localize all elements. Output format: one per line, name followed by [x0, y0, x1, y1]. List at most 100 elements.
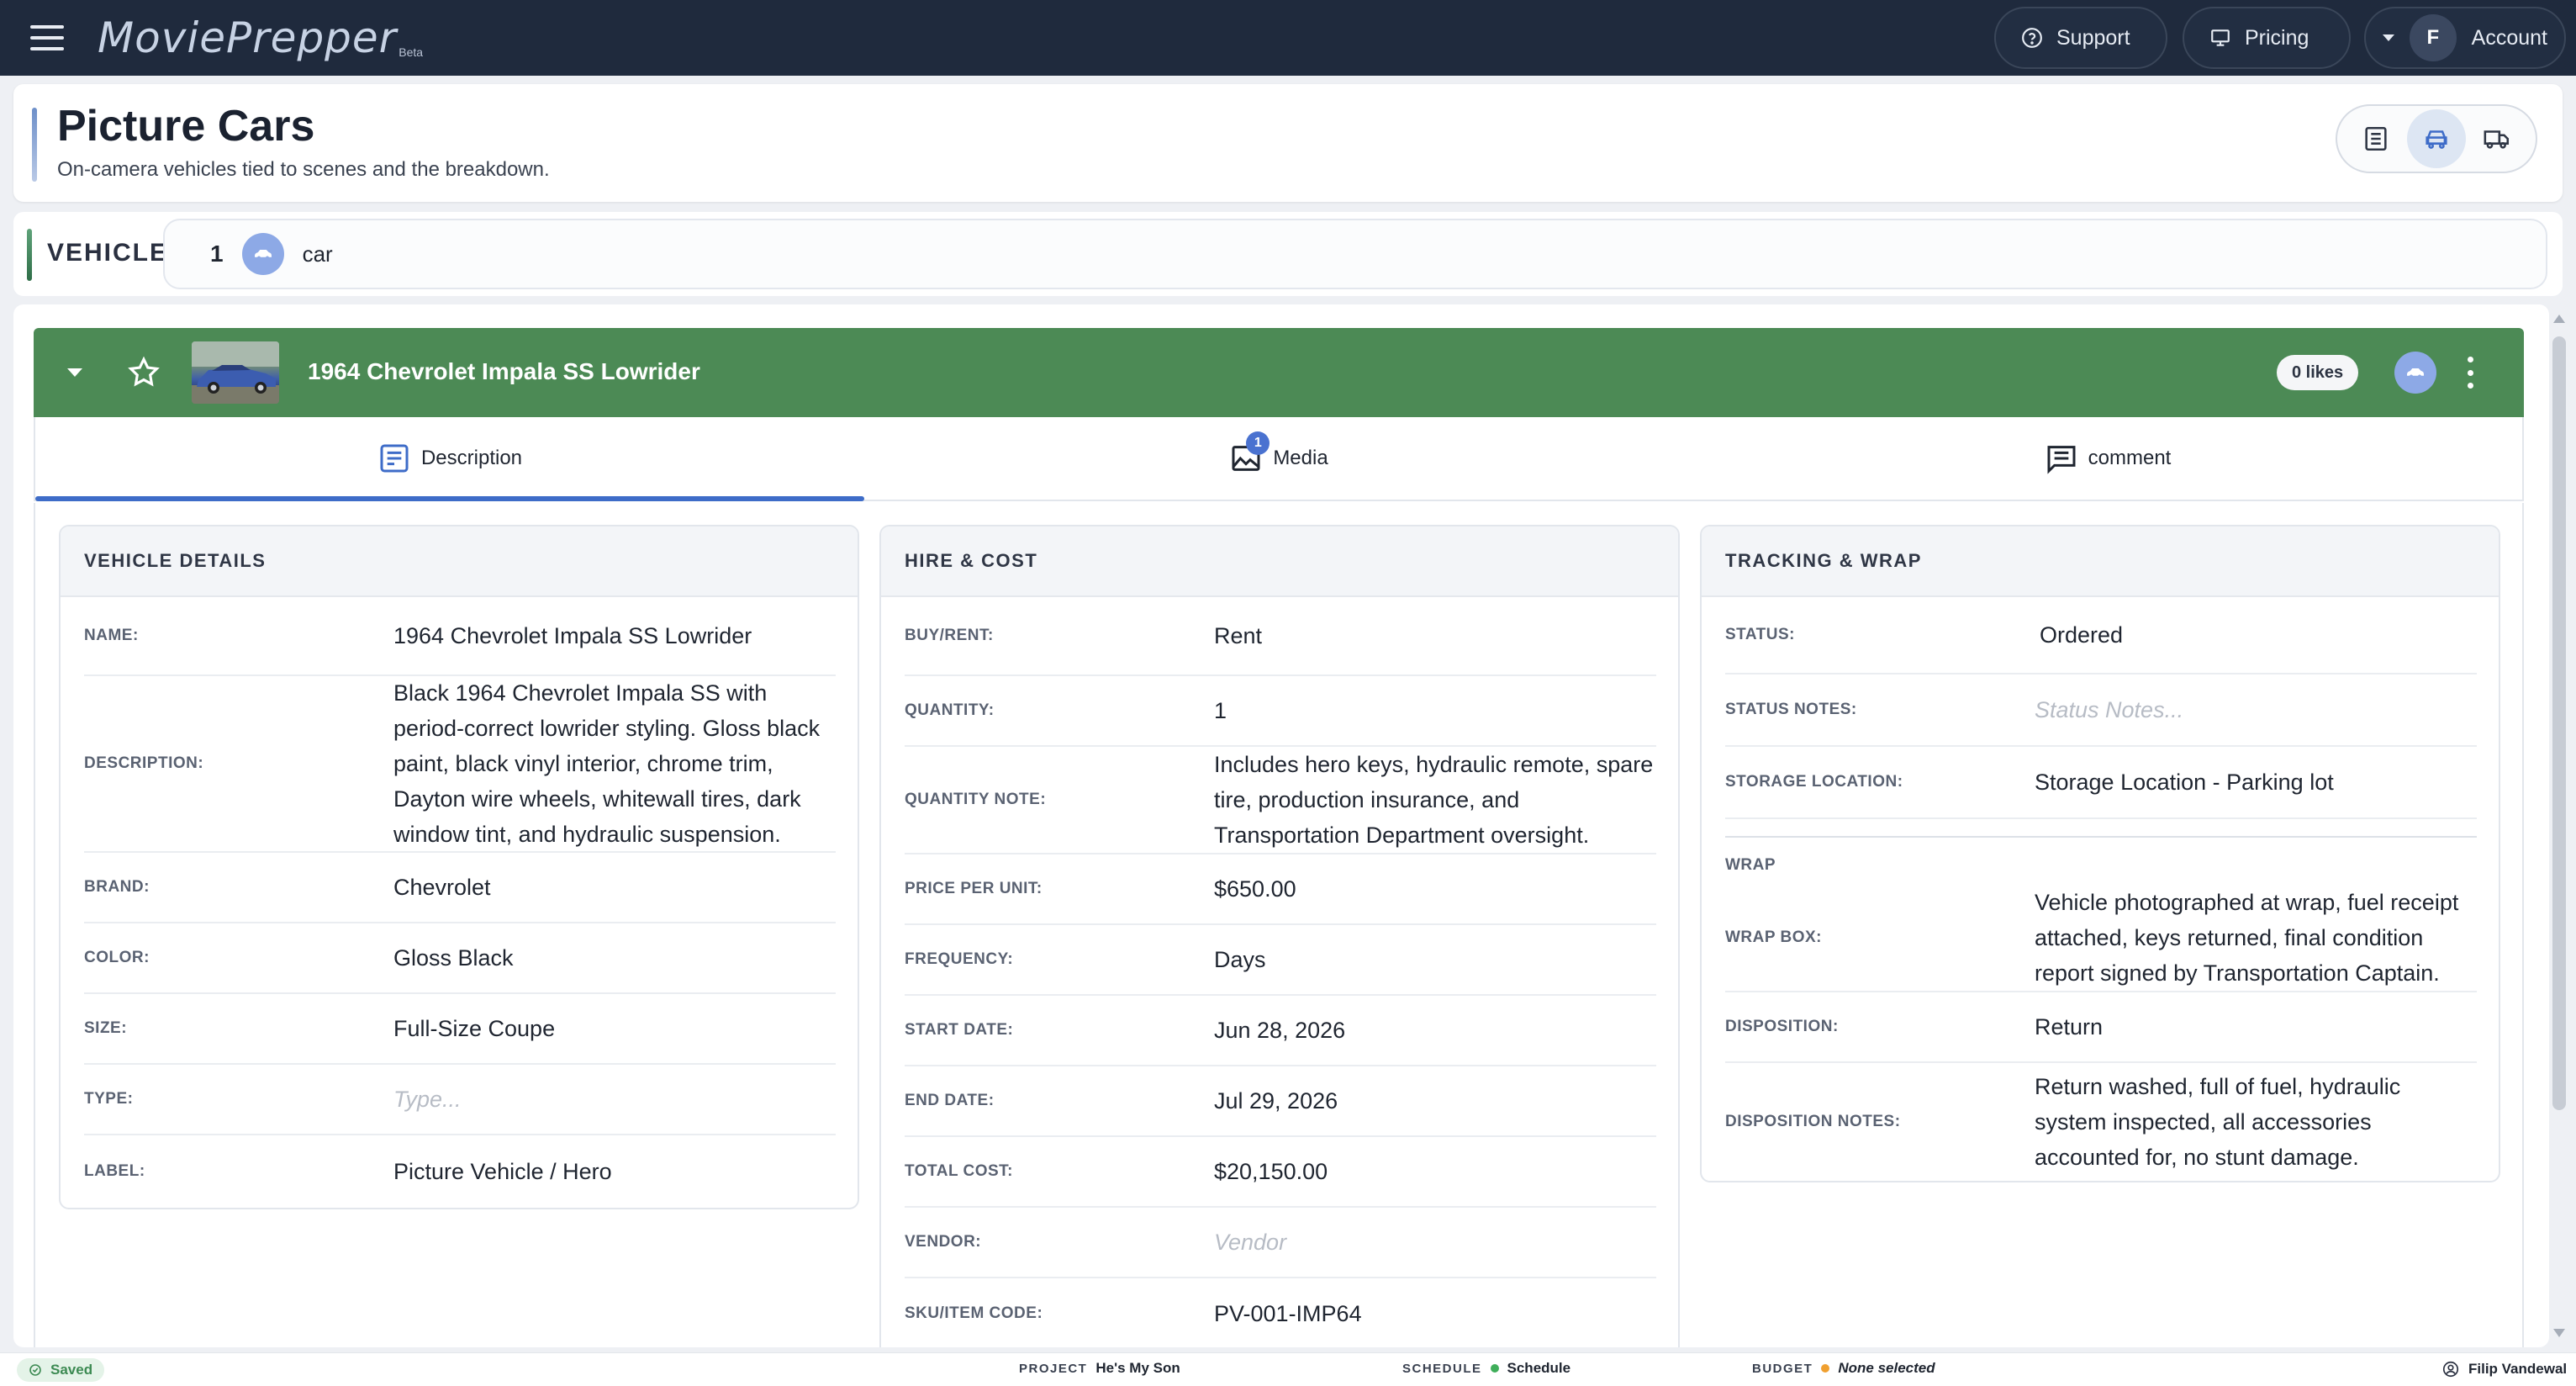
- vehicle-row-header[interactable]: 1964 Chevrolet Impala SS Lowrider 0 like…: [34, 328, 2524, 417]
- field-label: QUANTITY NOTE:: [905, 791, 1047, 808]
- description-field[interactable]: Black 1964 Chevrolet Impala SS with peri…: [393, 675, 836, 852]
- total-cost-field[interactable]: $20,150.00: [1214, 1154, 1656, 1189]
- detail-row-label: LABEL: Picture Vehicle / Hero: [84, 1135, 836, 1208]
- color-field[interactable]: Gloss Black: [393, 940, 836, 976]
- tracking-wrap-card: TRACKING & WRAP STATUS: Ordered STATUS N…: [1700, 525, 2500, 1182]
- scroll-up-icon[interactable]: [2553, 315, 2565, 323]
- account-label: Account: [2471, 25, 2547, 50]
- vehicle-count: 1: [210, 241, 224, 267]
- hamburger-menu-icon[interactable]: [30, 25, 64, 50]
- field-label: TYPE:: [84, 1090, 134, 1108]
- footer-project[interactable]: PROJECT He's My Son: [1019, 1360, 1180, 1377]
- detail-row-brand: BRAND: Chevrolet: [84, 853, 836, 923]
- vehicle-chip-label: car: [302, 241, 333, 267]
- logo-text: MoviePrepper: [98, 13, 398, 62]
- field-label: START DATE:: [905, 1021, 1014, 1039]
- hire-row-sku: SKU/ITEM CODE: PV-001-IMP64: [905, 1278, 1656, 1347]
- card-title: VEHICLE DETAILS: [61, 526, 858, 597]
- schedule-value: Schedule: [1507, 1360, 1571, 1376]
- hire-row-end-date: END DATE: Jul 29, 2026: [905, 1066, 1656, 1137]
- app-logo[interactable]: MoviePrepper Beta: [98, 12, 423, 62]
- collapse-caret-icon[interactable]: [67, 368, 82, 377]
- tracking-row-disposition-notes: DISPOSITION NOTES: Return washed, full o…: [1725, 1063, 2477, 1181]
- help-circle-icon: [2022, 28, 2042, 48]
- field-label: QUANTITY:: [905, 701, 995, 719]
- vendor-field[interactable]: Vendor: [1214, 1225, 1656, 1260]
- media-count-badge: 1: [1246, 431, 1270, 455]
- truck-view-button[interactable]: [2468, 109, 2526, 168]
- tab-media-label: Media: [1273, 447, 1328, 469]
- disposition-notes-field[interactable]: Return washed, full of fuel, hydraulic s…: [2035, 1069, 2477, 1175]
- detail-row-color: COLOR: Gloss Black: [84, 923, 836, 994]
- footer-user[interactable]: Filip Vandewal: [2441, 1360, 2567, 1378]
- scroll-down-icon[interactable]: [2553, 1329, 2565, 1337]
- tracking-row-storage: STORAGE LOCATION: Storage Location - Par…: [1725, 747, 2477, 819]
- size-field[interactable]: Full-Size Coupe: [393, 1011, 836, 1046]
- quantity-note-field[interactable]: Includes hero keys, hydraulic remote, sp…: [1214, 747, 1656, 853]
- storage-location-field[interactable]: Storage Location - Parking lot: [2035, 764, 2477, 800]
- sku-field[interactable]: PV-001-IMP64: [1214, 1296, 1656, 1331]
- tab-media[interactable]: 1 Media: [864, 417, 1693, 500]
- vehicle-accent-bar: [27, 229, 32, 281]
- page-header: Picture Cars On-camera vehicles tied to …: [13, 84, 2563, 202]
- support-button[interactable]: Support: [1994, 7, 2167, 69]
- tab-comment-label: comment: [2088, 447, 2172, 469]
- field-label: STORAGE LOCATION:: [1725, 773, 1903, 791]
- quantity-field[interactable]: 1: [1214, 693, 1656, 728]
- scrollbar-thumb[interactable]: [2552, 336, 2566, 1110]
- truck-icon: [2484, 130, 2510, 149]
- price-field[interactable]: $650.00: [1214, 871, 1656, 907]
- vehicle-filter-bar: VEHICLE 1 car: [13, 212, 2563, 296]
- list-view-button[interactable]: [2346, 109, 2405, 168]
- label-field[interactable]: Picture Vehicle / Hero: [393, 1154, 836, 1189]
- vertical-scrollbar[interactable]: [2549, 311, 2569, 1342]
- budget-status-dot: [1821, 1364, 1830, 1373]
- hire-row-frequency: FREQUENCY: Days: [905, 925, 1656, 996]
- wrap-box-field[interactable]: Vehicle photographed at wrap, fuel recei…: [2035, 885, 2477, 991]
- status-footer: Saved PROJECT He's My Son SCHEDULE Sched…: [0, 1352, 2576, 1386]
- hire-row-quantity-note: QUANTITY NOTE: Includes hero keys, hydra…: [905, 747, 1656, 854]
- field-label: DISPOSITION:: [1725, 1018, 1839, 1035]
- saved-label: Saved: [50, 1362, 93, 1378]
- view-toggle-group: [2336, 104, 2537, 173]
- car-view-button[interactable]: [2407, 109, 2466, 168]
- disposition-field[interactable]: Return: [2035, 1009, 2477, 1045]
- field-label: TOTAL COST:: [905, 1162, 1013, 1180]
- tracking-row-disposition: DISPOSITION: Return: [1725, 992, 2477, 1063]
- more-vertical-icon[interactable]: [2465, 357, 2475, 389]
- tracking-row-status: STATUS: Ordered: [1725, 597, 2477, 674]
- project-value: He's My Son: [1095, 1360, 1180, 1376]
- pricing-button[interactable]: Pricing: [2183, 7, 2351, 69]
- footer-schedule[interactable]: SCHEDULE Schedule: [1402, 1360, 1570, 1377]
- hire-row-start-date: START DATE: Jun 28, 2026: [905, 996, 1656, 1066]
- tab-comment[interactable]: comment: [1693, 417, 2522, 500]
- field-label: VENDOR:: [905, 1233, 982, 1251]
- footer-budget[interactable]: BUDGET None selected: [1752, 1360, 1935, 1377]
- start-date-field[interactable]: Jun 28, 2026: [1214, 1013, 1656, 1048]
- field-label: DISPOSITION NOTES:: [1725, 1113, 1901, 1130]
- detail-row-size: SIZE: Full-Size Coupe: [84, 994, 836, 1065]
- buy-rent-field[interactable]: Rent: [1214, 618, 1656, 653]
- type-field[interactable]: Type...: [393, 1082, 836, 1117]
- vehicle-thumbnail[interactable]: [192, 341, 279, 404]
- tab-description[interactable]: Description: [35, 417, 864, 501]
- vehicle-detail-panel: 1964 Chevrolet Impala SS Lowrider 0 like…: [13, 304, 2549, 1347]
- field-label: BUY/RENT:: [905, 627, 994, 644]
- detail-tabs: Description 1 Media comment: [34, 417, 2524, 501]
- hire-cost-card: HIRE & COST BUY/RENT: Rent QUANTITY: 1 Q…: [879, 525, 1680, 1347]
- vehicle-name: 1964 Chevrolet Impala SS Lowrider: [308, 358, 700, 384]
- status-notes-field[interactable]: Status Notes...: [2035, 692, 2477, 727]
- status-field[interactable]: Ordered: [2035, 617, 2477, 653]
- account-button[interactable]: F Account: [2364, 7, 2566, 69]
- vehicle-details-card: VEHICLE DETAILS NAME: 1964 Chevrolet Imp…: [59, 525, 859, 1209]
- star-icon[interactable]: [126, 355, 161, 390]
- name-field[interactable]: 1964 Chevrolet Impala SS Lowrider: [393, 618, 836, 653]
- frequency-field[interactable]: Days: [1214, 942, 1656, 977]
- brand-field[interactable]: Chevrolet: [393, 870, 836, 905]
- likes-badge[interactable]: 0 likes: [2277, 355, 2359, 390]
- detail-row-name: NAME: 1964 Chevrolet Impala SS Lowrider: [84, 597, 836, 676]
- vehicle-filter-input[interactable]: 1 car: [163, 219, 2547, 289]
- end-date-field[interactable]: Jul 29, 2026: [1214, 1083, 1656, 1119]
- saved-status-badge: Saved: [17, 1358, 105, 1382]
- chevron-down-icon: [2383, 34, 2394, 41]
